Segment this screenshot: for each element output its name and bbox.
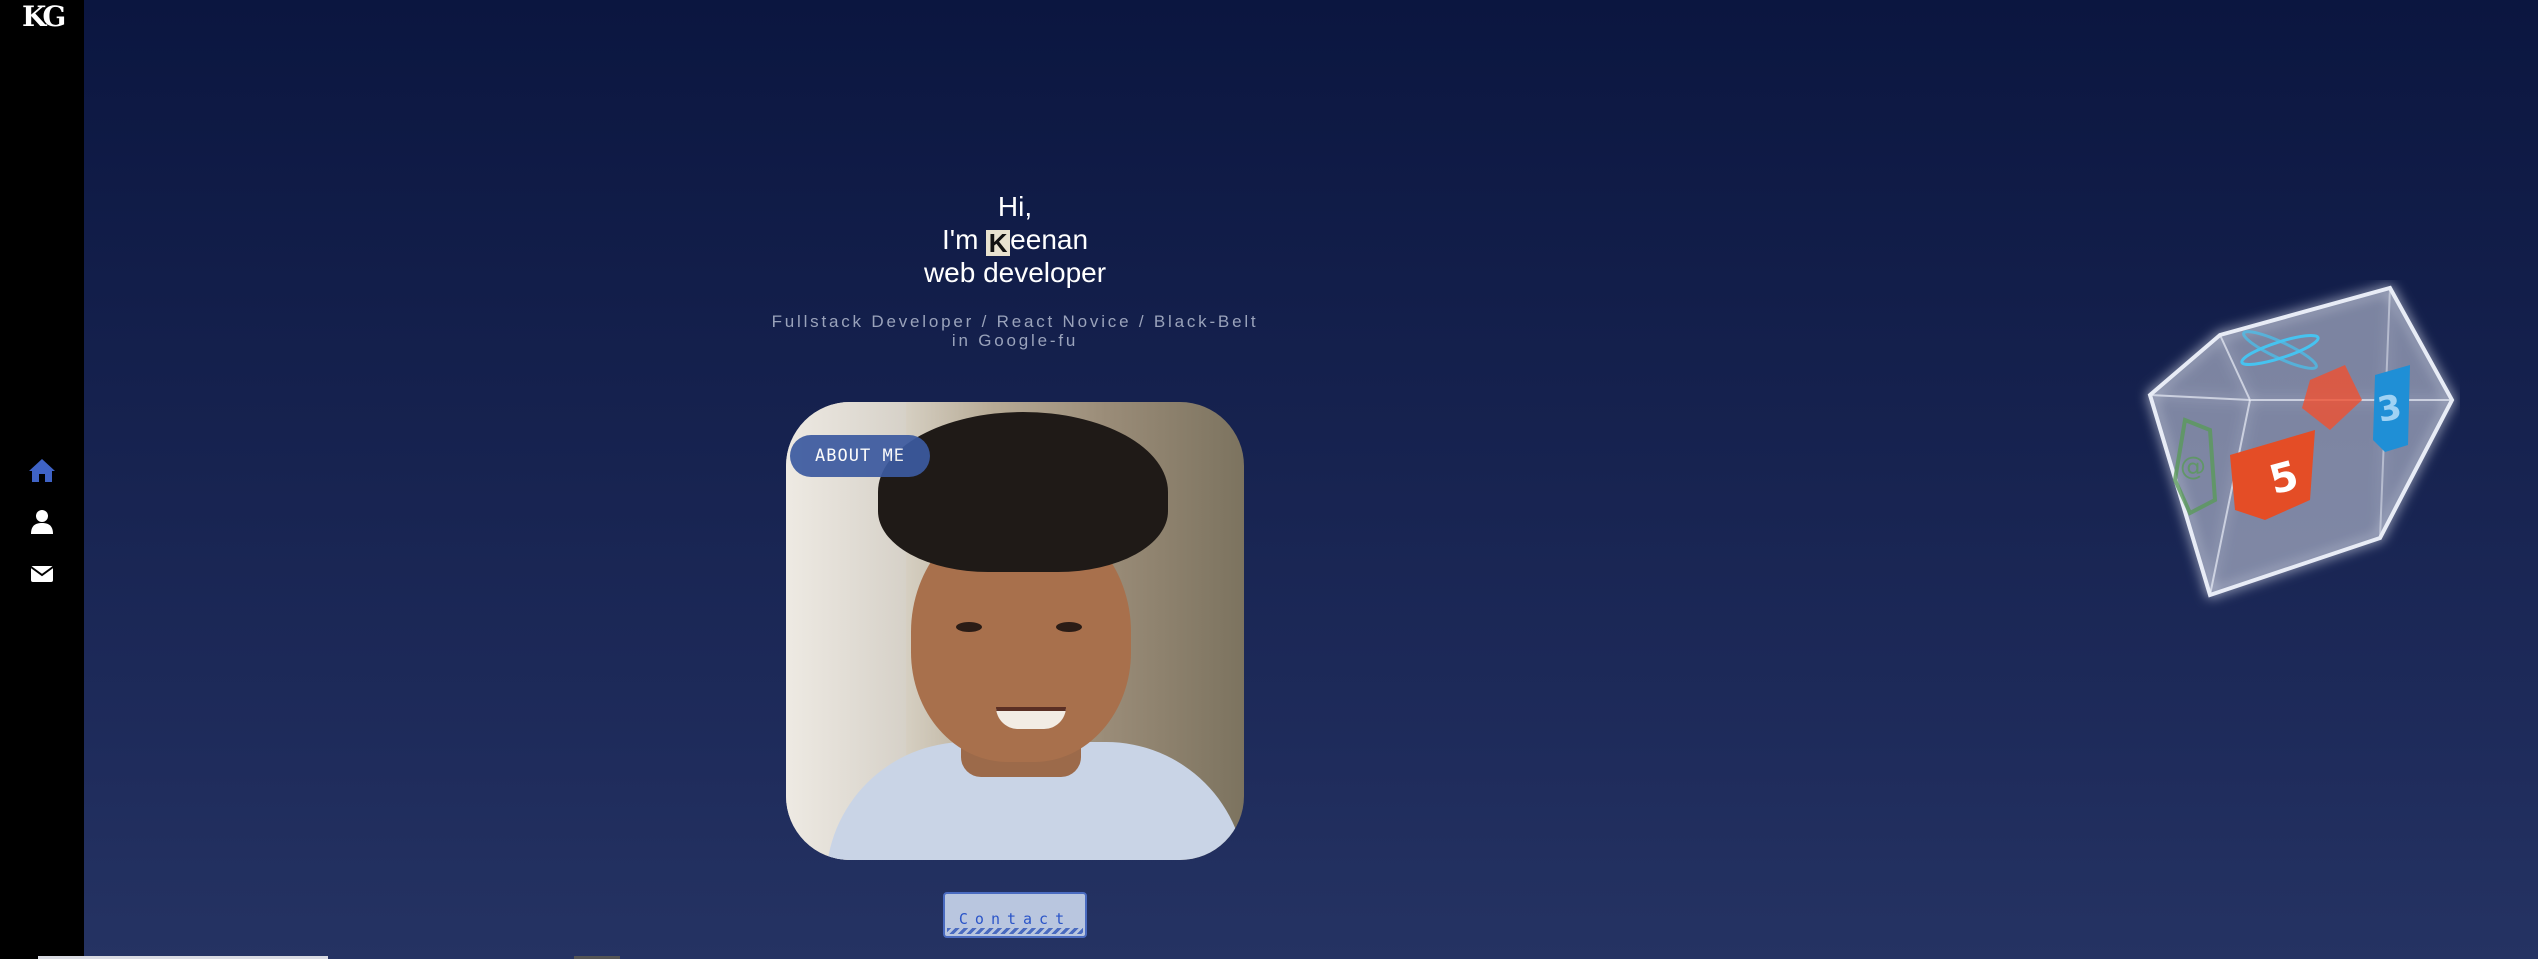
envelope-icon bbox=[30, 566, 54, 582]
hair bbox=[878, 412, 1168, 572]
sidebar: KG bbox=[0, 0, 84, 959]
name-prefix: I'm bbox=[941, 224, 987, 255]
user-icon bbox=[31, 510, 53, 534]
right-eye bbox=[1056, 622, 1082, 632]
name-rest: eenan bbox=[1010, 224, 1089, 255]
nav-about[interactable] bbox=[0, 502, 84, 542]
role-line: web developer bbox=[923, 257, 1107, 288]
contact-button[interactable]: Contact bbox=[943, 892, 1087, 938]
css3-icon: 3 bbox=[2373, 365, 2410, 452]
svg-text:@: @ bbox=[2180, 452, 2206, 482]
about-me-button[interactable]: ABOUT ME bbox=[790, 435, 930, 477]
k-letter: K bbox=[986, 230, 1011, 256]
nav-contact[interactable] bbox=[0, 554, 84, 594]
nav-home[interactable] bbox=[0, 450, 84, 490]
greeting: Hi, bbox=[997, 191, 1033, 222]
hero-heading: Hi, I'm Keenan web developer bbox=[700, 190, 1330, 289]
smile bbox=[996, 707, 1066, 729]
left-eye bbox=[956, 622, 982, 632]
subtitle: Fullstack Developer / React Novice / Bla… bbox=[771, 312, 1259, 350]
tech-cube: 5 3 @ bbox=[2147, 285, 2455, 598]
home-icon bbox=[29, 459, 55, 482]
logo[interactable]: KG bbox=[22, 0, 66, 34]
name-line: I'm Keenan bbox=[700, 223, 1330, 256]
